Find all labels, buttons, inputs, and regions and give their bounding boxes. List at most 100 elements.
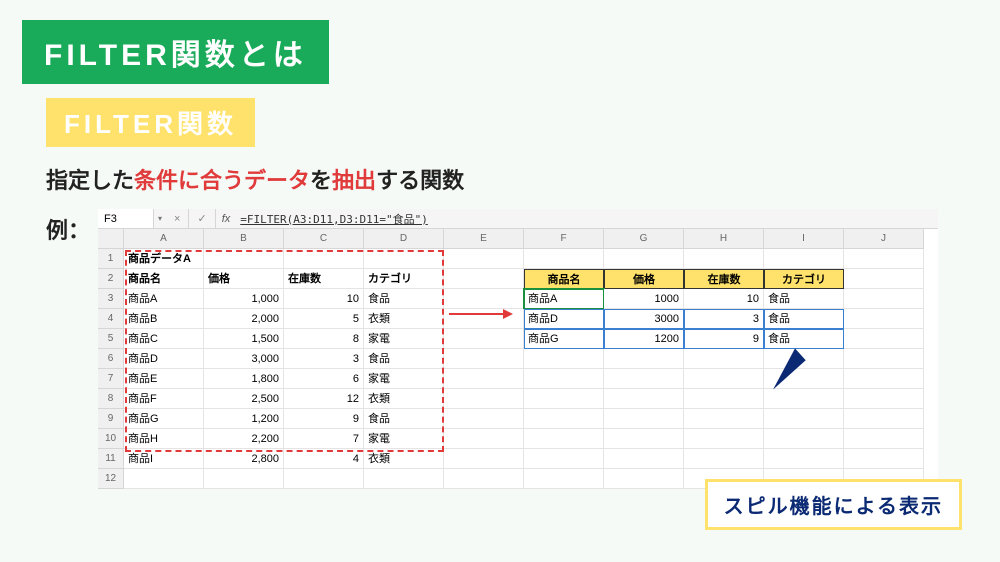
cell[interactable] (284, 249, 364, 269)
cell[interactable]: 衣類 (364, 309, 444, 329)
cell[interactable] (844, 449, 924, 469)
cell[interactable]: 価格 (604, 269, 684, 289)
cell[interactable]: 8 (284, 329, 364, 349)
name-box[interactable]: F3 (98, 209, 154, 228)
cell[interactable]: 12 (284, 389, 364, 409)
col-header[interactable]: E (444, 229, 524, 249)
cell[interactable] (684, 389, 764, 409)
cancel-formula-icon[interactable]: × (166, 209, 189, 228)
cell[interactable] (444, 449, 524, 469)
cell[interactable]: 衣類 (364, 449, 444, 469)
cell[interactable]: 食品 (764, 309, 844, 329)
cell[interactable] (844, 329, 924, 349)
cell[interactable] (524, 349, 604, 369)
cell[interactable] (604, 349, 684, 369)
cell[interactable] (844, 369, 924, 389)
cell[interactable] (284, 469, 364, 489)
row-header[interactable]: 1 (98, 249, 124, 269)
cell[interactable] (524, 429, 604, 449)
row-header[interactable]: 7 (98, 369, 124, 389)
cell[interactable] (844, 269, 924, 289)
cell[interactable]: 商品F (124, 389, 204, 409)
row-header[interactable]: 3 (98, 289, 124, 309)
row-header[interactable]: 2 (98, 269, 124, 289)
cell[interactable] (604, 429, 684, 449)
cell[interactable]: 家電 (364, 329, 444, 349)
cell[interactable]: 3 (284, 349, 364, 369)
cell[interactable]: 食品 (764, 329, 844, 349)
cell[interactable] (444, 329, 524, 349)
cell[interactable] (844, 409, 924, 429)
cell[interactable] (764, 449, 844, 469)
cell[interactable]: 1,500 (204, 329, 284, 349)
cell[interactable]: 1,800 (204, 369, 284, 389)
cell[interactable] (604, 409, 684, 429)
cell[interactable]: 商品E (124, 369, 204, 389)
cell[interactable]: 6 (284, 369, 364, 389)
cell[interactable] (444, 429, 524, 449)
col-header[interactable]: I (764, 229, 844, 249)
cell[interactable] (764, 429, 844, 449)
cell[interactable] (684, 449, 764, 469)
cell[interactable]: 1000 (604, 289, 684, 309)
cell[interactable] (844, 389, 924, 409)
cell[interactable]: 商品C (124, 329, 204, 349)
cell[interactable] (444, 469, 524, 489)
cell[interactable] (204, 469, 284, 489)
cell[interactable]: 5 (284, 309, 364, 329)
col-header[interactable]: A (124, 229, 204, 249)
cell[interactable]: 7 (284, 429, 364, 449)
cell[interactable] (444, 269, 524, 289)
cell[interactable] (444, 409, 524, 429)
cell[interactable]: 3,000 (204, 349, 284, 369)
cell[interactable] (124, 469, 204, 489)
cell[interactable]: 1,000 (204, 289, 284, 309)
cell[interactable]: 3000 (604, 309, 684, 329)
cell[interactable]: 価格 (204, 269, 284, 289)
cell[interactable]: 2,200 (204, 429, 284, 449)
cell[interactable]: 在庫数 (684, 269, 764, 289)
cell[interactable]: 商品H (124, 429, 204, 449)
cell[interactable] (524, 449, 604, 469)
cell[interactable] (444, 389, 524, 409)
row-header[interactable]: 10 (98, 429, 124, 449)
cell[interactable]: 在庫数 (284, 269, 364, 289)
cell[interactable]: 4 (284, 449, 364, 469)
col-header[interactable]: G (604, 229, 684, 249)
cell[interactable] (844, 309, 924, 329)
cell[interactable]: カテゴリ (364, 269, 444, 289)
cell[interactable]: 商品G (524, 329, 604, 349)
cell[interactable]: 商品I (124, 449, 204, 469)
cell[interactable] (684, 429, 764, 449)
cell-grid[interactable]: ABCDEFGHIJ1商品データA2商品名価格在庫数カテゴリ商品名価格在庫数カテ… (98, 229, 938, 489)
formula-input[interactable]: =FILTER(A3:D11,D3:D11="食品") (236, 211, 938, 227)
cell[interactable]: 商品名 (524, 269, 604, 289)
cell[interactable] (844, 289, 924, 309)
cell[interactable]: 3 (684, 309, 764, 329)
cell[interactable]: 商品A (124, 289, 204, 309)
cell[interactable]: 商品D (124, 349, 204, 369)
row-header[interactable]: 8 (98, 389, 124, 409)
cell[interactable]: 商品G (124, 409, 204, 429)
cell[interactable]: 10 (684, 289, 764, 309)
cell[interactable] (844, 249, 924, 269)
cell[interactable] (524, 249, 604, 269)
cell[interactable] (444, 289, 524, 309)
cell[interactable] (604, 369, 684, 389)
cell[interactable] (844, 429, 924, 449)
cell[interactable] (524, 409, 604, 429)
row-header[interactable]: 5 (98, 329, 124, 349)
cell[interactable]: 2,800 (204, 449, 284, 469)
col-header[interactable]: F (524, 229, 604, 249)
col-header[interactable]: C (284, 229, 364, 249)
row-header[interactable]: 9 (98, 409, 124, 429)
cell[interactable] (764, 409, 844, 429)
cell[interactable] (684, 369, 764, 389)
cell[interactable] (364, 469, 444, 489)
cell[interactable] (604, 389, 684, 409)
cell[interactable]: 食品 (364, 289, 444, 309)
cell[interactable] (764, 249, 844, 269)
cell[interactable]: 食品 (364, 409, 444, 429)
cell[interactable] (604, 449, 684, 469)
cell[interactable] (444, 349, 524, 369)
